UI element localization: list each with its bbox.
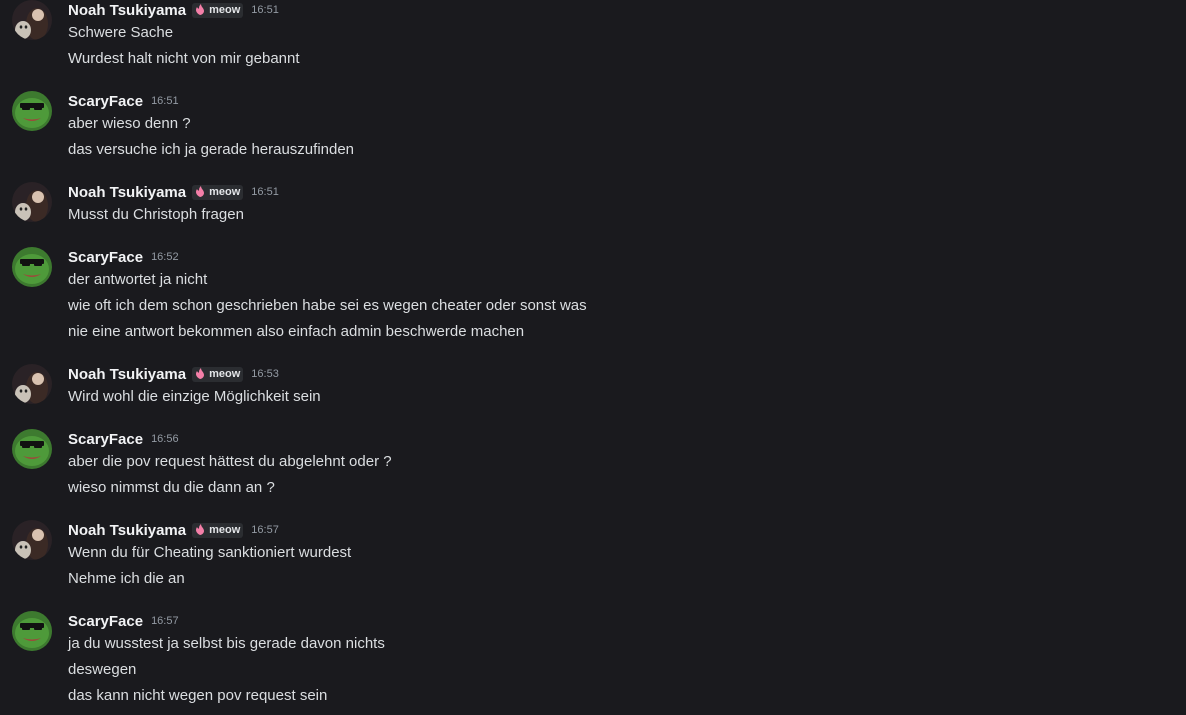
server-tag-label: meow [209, 4, 241, 16]
server-tag-label: meow [209, 186, 241, 198]
pepe-sunglasses-avatar[interactable] [12, 429, 52, 469]
pepe-sunglasses-avatar[interactable] [12, 91, 52, 131]
message-header: Noah Tsukiyama meow 16:53 [68, 364, 279, 384]
message-text: aber die pov request hättest du abgelehn… [68, 453, 392, 470]
message-text: Musst du Christoph fragen [68, 206, 244, 223]
message-text: der antwortet ja nicht [68, 271, 208, 288]
username[interactable]: ScaryFace [68, 613, 143, 630]
message-text: Schwere Sache [68, 24, 174, 41]
timestamp[interactable]: 16:57 [151, 615, 179, 627]
timestamp[interactable]: 16:52 [151, 251, 179, 263]
timestamp[interactable]: 16:56 [151, 433, 179, 445]
message-text: nie eine antwort bekommen also einfach a… [68, 323, 525, 340]
timestamp[interactable]: 16:51 [251, 186, 279, 198]
username[interactable]: ScaryFace [68, 249, 143, 266]
message-header: Noah Tsukiyama meow 16:57 [68, 520, 279, 540]
server-tag[interactable]: meow [192, 522, 244, 538]
server-tag[interactable]: meow [192, 2, 244, 18]
username[interactable]: ScaryFace [68, 431, 143, 448]
username[interactable]: Noah Tsukiyama [68, 522, 186, 539]
message-text: wieso nimmst du die dann an ? [68, 479, 275, 496]
anime-cat-avatar[interactable] [12, 364, 52, 404]
message-header: Noah Tsukiyama meow 16:51 [68, 0, 279, 20]
message-header: Noah Tsukiyama meow 16:51 [68, 182, 279, 202]
timestamp[interactable]: 16:51 [251, 4, 279, 16]
message-header: ScaryFace 16:56 [68, 429, 179, 449]
chat-message-list: Noah Tsukiyama meow 16:51 Schwere Sache Wurd… [0, 0, 1186, 715]
message-text: deswegen [68, 661, 137, 678]
username[interactable]: Noah Tsukiyama [68, 2, 186, 19]
pepe-sunglasses-avatar[interactable] [12, 247, 52, 287]
message-text: Wenn du für Cheating sanktioniert wurdes… [68, 544, 352, 561]
username[interactable]: Noah Tsukiyama [68, 366, 186, 383]
flame-icon [194, 368, 206, 380]
flame-icon [194, 186, 206, 198]
message-text: Wurdest halt nicht von mir gebannt [68, 50, 300, 67]
message-header: ScaryFace 16:51 [68, 91, 179, 111]
message-text: wie oft ich dem schon geschrieben habe s… [68, 297, 587, 314]
username[interactable]: ScaryFace [68, 93, 143, 110]
message-text: das kann nicht wegen pov request sein [68, 687, 328, 704]
message-text: ja du wusstest ja selbst bis gerade davo… [68, 635, 385, 652]
message-text: das versuche ich ja gerade herauszufinde… [68, 141, 355, 158]
anime-cat-avatar[interactable] [12, 0, 52, 40]
message-text: aber wieso denn ? [68, 115, 191, 132]
server-tag-label: meow [209, 524, 241, 536]
message-text: Nehme ich die an [68, 570, 185, 587]
timestamp[interactable]: 16:57 [251, 524, 279, 536]
pepe-sunglasses-avatar[interactable] [12, 611, 52, 651]
message-header: ScaryFace 16:52 [68, 247, 179, 267]
flame-icon [194, 4, 206, 16]
anime-cat-avatar[interactable] [12, 182, 52, 222]
timestamp[interactable]: 16:51 [151, 95, 179, 107]
flame-icon [194, 524, 206, 536]
message-header: ScaryFace 16:57 [68, 611, 179, 631]
server-tag[interactable]: meow [192, 184, 244, 200]
server-tag-label: meow [209, 368, 241, 380]
message-text: Wird wohl die einzige Möglichkeit sein [68, 388, 321, 405]
anime-cat-avatar[interactable] [12, 520, 52, 560]
timestamp[interactable]: 16:53 [251, 368, 279, 380]
server-tag[interactable]: meow [192, 366, 244, 382]
username[interactable]: Noah Tsukiyama [68, 184, 186, 201]
